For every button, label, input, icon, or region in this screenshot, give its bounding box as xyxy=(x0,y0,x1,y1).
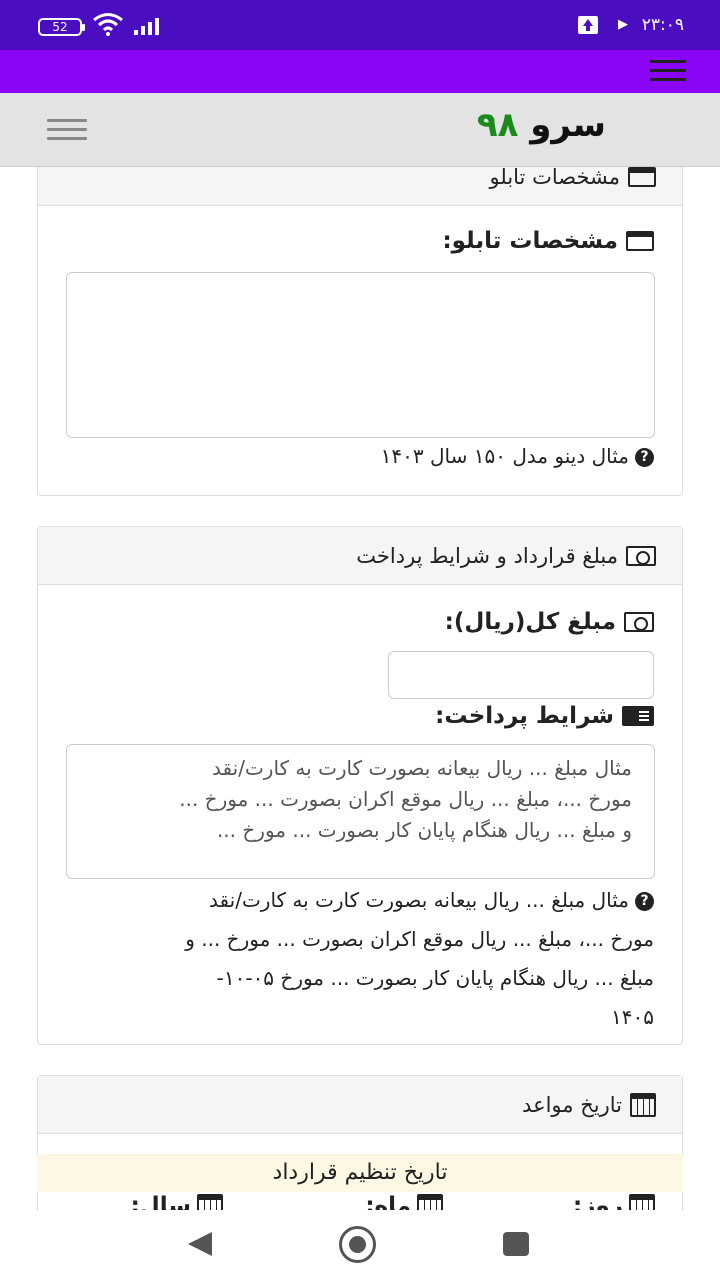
battery-icon: 52 xyxy=(38,18,85,36)
navbar-toggle-icon[interactable] xyxy=(47,119,87,141)
specs-heading-text: مشخصات تابلو xyxy=(489,167,620,189)
window-icon xyxy=(628,167,656,187)
question-circle-icon: ? xyxy=(635,892,654,911)
payment-terms-textarea[interactable]: مثال مبلغ ... ریال بیعانه بصورت کارت به … xyxy=(66,744,655,879)
date-columns: روز: ماه: سال: xyxy=(37,1191,683,1210)
upload-icon xyxy=(578,16,598,34)
back-icon[interactable] xyxy=(188,1232,212,1256)
amount-label: مبلغ کل(ریال): xyxy=(445,609,654,635)
site-logo[interactable]: سرو ۹۸ xyxy=(477,105,606,145)
status-bar: 52 ▶ ۲۳:۰۹ xyxy=(0,0,720,50)
window-icon xyxy=(626,231,654,251)
app-top-bar xyxy=(0,50,720,93)
question-circle-icon: ? xyxy=(635,448,654,467)
play-icon: ▶ xyxy=(618,17,628,32)
payment-terms-placeholder: مثال مبلغ ... ریال بیعانه بصورت کارت به … xyxy=(179,756,632,842)
month-label: ماه: xyxy=(365,1193,443,1210)
signal-icon xyxy=(134,18,159,35)
wifi-icon xyxy=(93,13,123,36)
id-card-icon xyxy=(622,706,654,726)
contract-panel: مبلغ قرارداد و شرایط پرداخت مبلغ کل(ریال… xyxy=(37,526,683,1045)
payment-terms-hint: ?مثال مبلغ ... ریال بیعانه بصورت کارت به… xyxy=(185,888,654,1029)
site-navbar: سرو ۹۸ xyxy=(0,93,720,167)
calendar-icon xyxy=(630,1092,656,1117)
specs-hint: ?مثال دینو مدل ۱۵۰ سال ۱۴۰۳ xyxy=(381,444,654,468)
calendar-icon xyxy=(629,1194,655,1210)
contract-date-row: تاریخ تنظیم قرارداد xyxy=(37,1154,683,1192)
day-label: روز: xyxy=(573,1193,655,1210)
amount-input[interactable] xyxy=(388,651,654,699)
specs-textarea[interactable] xyxy=(66,272,655,438)
money-icon xyxy=(624,612,654,632)
brand-number: ۹۸ xyxy=(476,105,519,145)
home-icon[interactable] xyxy=(339,1226,376,1263)
clock: ۲۳:۰۹ xyxy=(641,15,684,35)
contract-panel-heading: مبلغ قرارداد و شرایط پرداخت xyxy=(38,527,682,585)
calendar-x-icon xyxy=(197,1194,223,1210)
dates-panel-heading: تاریخ مواعد xyxy=(38,1076,682,1134)
calendar-check-icon xyxy=(417,1194,443,1210)
hamburger-menu-icon[interactable] xyxy=(650,60,686,82)
dates-heading-text: تاریخ مواعد xyxy=(522,1092,622,1117)
specs-panel-heading: مشخصات تابلو xyxy=(38,167,682,206)
money-icon xyxy=(626,545,656,566)
payment-terms-label: شرایط پرداخت: xyxy=(435,703,654,729)
year-label: سال: xyxy=(131,1193,223,1210)
system-navigation-bar xyxy=(0,1210,720,1280)
specs-label: مشخصات تابلو: xyxy=(442,228,654,254)
recent-apps-icon[interactable] xyxy=(503,1232,529,1256)
page-content[interactable]: مشخصات تابلو مشخصات تابلو: ?مثال دینو مد… xyxy=(0,167,720,1210)
specs-panel: مشخصات تابلو مشخصات تابلو: ?مثال دینو مد… xyxy=(37,167,683,496)
contract-heading-text: مبلغ قرارداد و شرایط پرداخت xyxy=(356,543,618,568)
brand-text: سرو xyxy=(530,105,606,145)
